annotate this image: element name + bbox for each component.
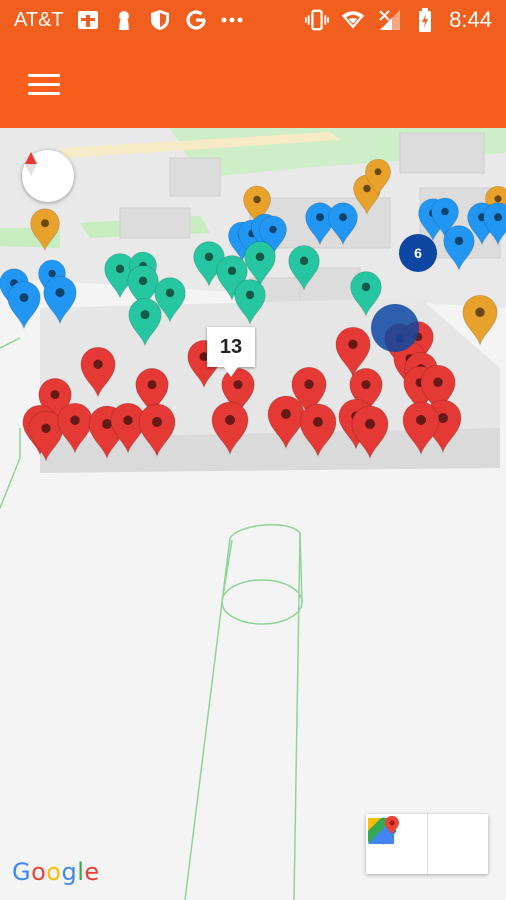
google-logo-letter: o: [46, 858, 62, 886]
app-bar: [0, 40, 506, 128]
clock: 8:44: [449, 7, 492, 32]
wifi-icon: [341, 8, 365, 32]
compass-icon: [25, 152, 37, 176]
google-logo-letter: o: [31, 858, 47, 886]
calendar-icon: [76, 8, 100, 32]
open-in-maps-button[interactable]: [368, 814, 489, 874]
map-marker-orange[interactable]: [462, 294, 498, 347]
more-dots-icon: [220, 8, 244, 32]
map-marker-blue[interactable]: [7, 280, 41, 330]
carrier-name: AT&T: [14, 8, 64, 31]
vibrate-icon: [305, 8, 330, 32]
google-icon: [184, 8, 208, 32]
google-logo: Google: [12, 858, 100, 886]
google-logo-letter: G: [12, 858, 32, 886]
battery-icon: [413, 8, 437, 32]
google-maps-icon: [368, 816, 399, 844]
signal-icon: [377, 8, 401, 32]
google-logo-letter: e: [84, 858, 100, 886]
status-bar: AT&T 8:44: [0, 0, 506, 40]
compass-button[interactable]: [22, 150, 74, 202]
map-view[interactable]: 13 6 Google: [0, 128, 506, 900]
hamburger-menu-icon[interactable]: [18, 62, 70, 106]
cluster-count-label: 6: [414, 245, 422, 261]
google-logo-letter: g: [61, 858, 78, 886]
marker-cluster[interactable]: [371, 304, 419, 352]
map-toolbar: [366, 814, 488, 874]
keyhole-icon: [112, 8, 136, 32]
shield-icon: [148, 8, 172, 32]
marker-info-callout: 13: [207, 327, 255, 377]
